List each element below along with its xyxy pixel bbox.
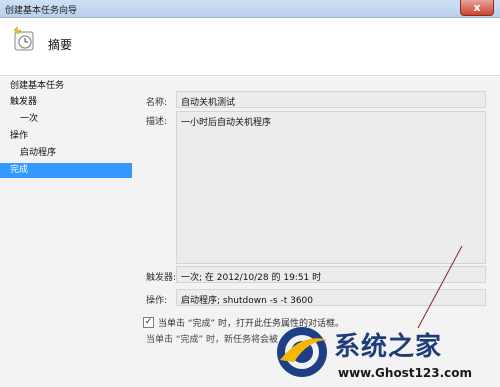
watermark-logo-icon: [277, 327, 328, 377]
watermark: 系统之家 www.Ghost123.com: [272, 318, 500, 387]
watermark-url: www.Ghost123.com: [338, 366, 473, 380]
watermark-text: 系统之家: [334, 332, 443, 362]
